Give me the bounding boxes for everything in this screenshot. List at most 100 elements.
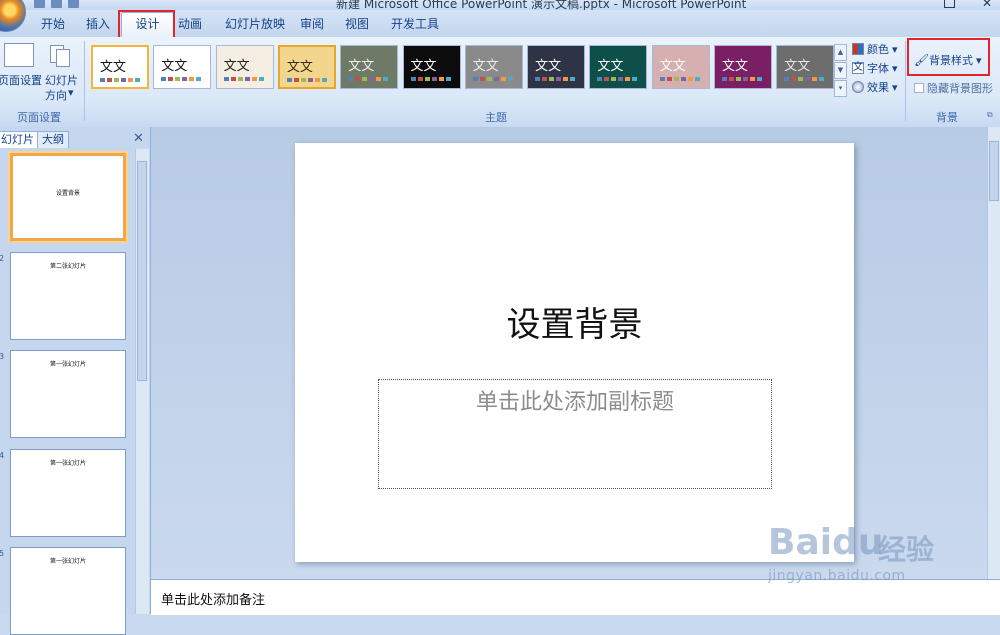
- quick-access-toolbar: [34, 0, 79, 9]
- theme-fonts-label: 字体: [867, 62, 889, 75]
- theme-color-swatches: [535, 77, 576, 81]
- theme-color-swatches: [223, 77, 264, 81]
- subtitle-placeholder[interactable]: 单击此处添加副标题: [378, 379, 772, 489]
- page-setup-icon[interactable]: [4, 43, 34, 67]
- scrollbar-thumb[interactable]: [989, 141, 999, 201]
- theme-thumbnail-text: 文文: [348, 59, 375, 74]
- tab-animations[interactable]: 动画: [178, 15, 202, 32]
- checkbox[interactable]: [914, 83, 924, 93]
- theme-colors-button[interactable]: 颜色 ▾: [852, 41, 898, 57]
- slide-thumbnail[interactable]: 设置背景: [10, 153, 126, 241]
- group-label-background: 背景: [936, 111, 958, 124]
- slide-thumbnail[interactable]: 第一张幻灯片: [10, 547, 126, 635]
- theme-thumbnail[interactable]: 文文: [527, 45, 586, 89]
- theme-thumbnail-text: 文文: [410, 59, 437, 74]
- slide-canvas[interactable]: 设置背景 单击此处添加副标题: [295, 143, 854, 562]
- theme-thumbnail-text: 文文: [100, 60, 127, 75]
- theme-effects-button[interactable]: 效果 ▾: [852, 79, 898, 95]
- theme-thumbnail[interactable]: 文文: [402, 45, 461, 89]
- theme-color-swatches: [722, 77, 762, 81]
- gallery-up-icon[interactable]: ▲: [834, 44, 847, 61]
- hide-background-graphics[interactable]: 隐藏背景图形: [914, 80, 993, 96]
- undo-icon[interactable]: [51, 0, 62, 8]
- close-pane-icon[interactable]: ✕: [133, 131, 144, 146]
- slides-pane-header: 幻灯片 大纲 ✕: [0, 130, 150, 149]
- gallery-down-icon[interactable]: ▼: [834, 62, 847, 79]
- slide-title[interactable]: 设置背景: [295, 297, 854, 346]
- window-title: 新建 Microsoft Office PowerPoint 演示文稿.pptx…: [336, 0, 747, 10]
- background-styles-button[interactable]: 🖌 背景样式 ▾: [914, 52, 982, 68]
- redo-icon[interactable]: [68, 0, 79, 8]
- theme-thumbnail[interactable]: 文文: [340, 45, 399, 89]
- baidu-watermark: Baidu 经验 jingyan.baidu.com: [762, 514, 992, 604]
- theme-thumbnail-text: 文文: [722, 59, 749, 74]
- theme-color-swatches: [348, 77, 389, 81]
- theme-thumbnail[interactable]: 文文: [651, 45, 710, 89]
- theme-thumbnail[interactable]: 文文: [153, 45, 212, 89]
- tab-slides[interactable]: 幻灯片: [0, 131, 39, 148]
- theme-color-swatches: [161, 77, 202, 81]
- gallery-more-icon[interactable]: ▾: [834, 80, 847, 97]
- tab-insert[interactable]: 插入: [86, 15, 110, 32]
- slide-thumbnail[interactable]: 第一张幻灯片: [10, 350, 126, 438]
- dropdown-arrow-icon[interactable]: ▾: [68, 86, 74, 99]
- highlight-box-design-tab: [118, 10, 175, 40]
- main-scrollbar[interactable]: [987, 127, 1000, 579]
- font-icon: 文: [852, 62, 864, 74]
- effects-icon: [852, 81, 864, 93]
- theme-color-swatches: [286, 78, 327, 82]
- slide-thumbnail-caption: 第一张幻灯片: [49, 361, 86, 368]
- dialog-launcher-icon[interactable]: ⧉: [987, 110, 993, 120]
- theme-thumbnail[interactable]: 文文: [215, 45, 274, 89]
- notes-placeholder: 单击此处添加备注: [161, 593, 266, 608]
- save-icon[interactable]: [34, 0, 45, 8]
- slide-thumbnail[interactable]: 第二张幻灯片: [10, 252, 126, 340]
- watermark-url: jingyan.baidu.com: [768, 568, 906, 584]
- slide-number: 3: [0, 352, 5, 361]
- tab-outline[interactable]: 大纲: [37, 131, 69, 148]
- slide-thumbnail[interactable]: 第一张幻灯片: [10, 449, 126, 537]
- ribbon-tab-row: 开始 插入 设计 动画 幻灯片放映 审阅 视图 开发工具: [0, 10, 1000, 40]
- close-icon[interactable]: ✕: [982, 0, 992, 10]
- theme-gallery-scroll: ▲ ▼ ▾: [834, 44, 847, 97]
- theme-thumbnail[interactable]: 文文: [91, 45, 149, 89]
- theme-fonts-button[interactable]: 文 字体 ▾: [852, 60, 898, 76]
- slide-thumbnail-caption: 设置背景: [55, 190, 80, 197]
- palette-icon: [852, 43, 864, 55]
- watermark-brand: Baidu: [768, 522, 884, 563]
- theme-thumbnail-text: 文文: [223, 59, 250, 74]
- slide-number: 2: [0, 254, 5, 263]
- slides-pane: 幻灯片 大纲 ✕ 设置背景1第二张幻灯片2第一张幻灯片3第一张幻灯片4第一张幻灯…: [0, 127, 151, 635]
- restore-icon[interactable]: [944, 0, 955, 8]
- slide-thumbnail-caption: 第一张幻灯片: [49, 460, 86, 467]
- slide-number: 4: [0, 451, 5, 460]
- theme-color-swatches: [659, 77, 700, 81]
- theme-thumbnail-text: 文文: [535, 59, 562, 74]
- group-separator: [905, 41, 906, 121]
- slides-pane-scrollbar[interactable]: [135, 149, 149, 614]
- theme-thumbnail-text: 文文: [161, 59, 188, 74]
- tab-slide-show[interactable]: 幻灯片放映: [225, 15, 285, 32]
- group-label-page-setup: 页面设置: [17, 111, 61, 124]
- page-setup-button[interactable]: 页面设置: [0, 72, 42, 88]
- theme-thumbnail-text: 文文: [784, 59, 811, 74]
- title-bar: 新建 Microsoft Office PowerPoint 演示文稿.pptx…: [0, 0, 1000, 10]
- group-label-themes: 主题: [485, 111, 507, 124]
- theme-thumbnail[interactable]: 文文: [776, 45, 835, 89]
- tab-developer[interactable]: 开发工具: [391, 15, 439, 32]
- tab-review[interactable]: 审阅: [300, 15, 324, 32]
- slide-orientation-icon[interactable]: [50, 43, 70, 67]
- theme-thumbnail[interactable]: 文文: [714, 45, 772, 89]
- subtitle-placeholder-text: 单击此处添加副标题: [475, 390, 674, 415]
- theme-thumbnail-text: 文文: [659, 59, 686, 74]
- theme-thumbnail[interactable]: 文文: [589, 45, 648, 89]
- ribbon: 页面设置 幻灯片 方向 ▾ 页面设置 文文 文文 文文 文文 文文 文文 文文 文文 文文 文文文…: [0, 37, 1000, 128]
- scrollbar-thumb[interactable]: [137, 161, 147, 381]
- tab-view[interactable]: 视图: [345, 15, 369, 32]
- theme-thumbnail[interactable]: 文文: [464, 45, 523, 89]
- tab-home[interactable]: 开始: [41, 15, 65, 32]
- group-separator: [84, 41, 85, 121]
- theme-color-swatches: [597, 77, 638, 81]
- slide-orientation-label-2[interactable]: 方向: [45, 87, 67, 103]
- theme-thumbnail[interactable]: 文文: [277, 45, 336, 89]
